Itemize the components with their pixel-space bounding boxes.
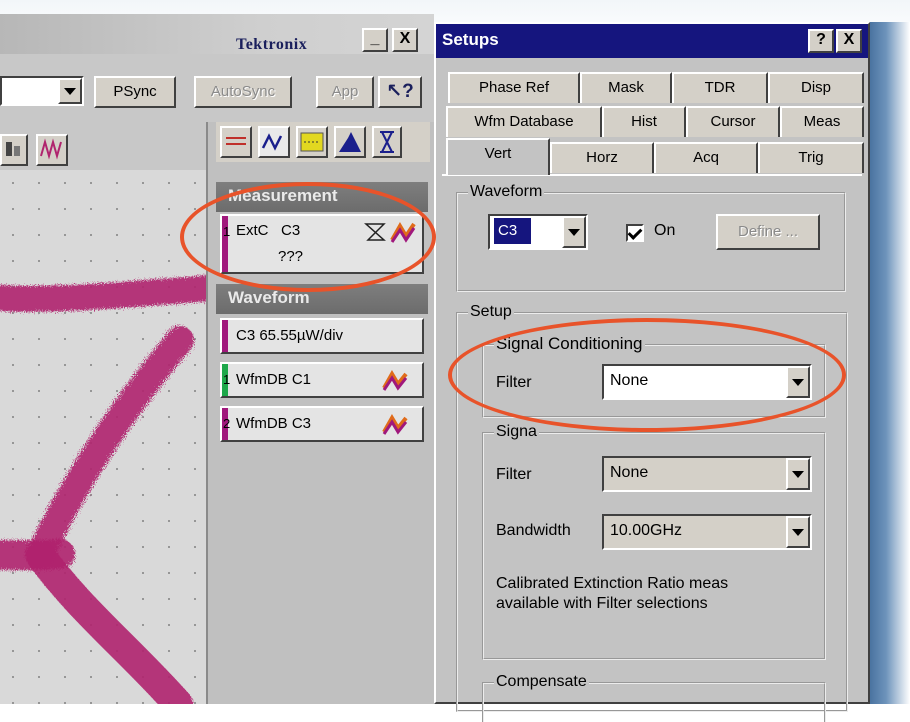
tab-trig[interactable]: Trig [758,142,864,173]
wfmdb-icon [382,414,408,440]
histogram-icon[interactable] [334,126,366,158]
chevron-down-icon[interactable] [786,458,810,490]
close-icon: X [843,31,855,48]
waveform-display-icon[interactable] [36,134,68,166]
waveform-number: 2 [223,416,231,431]
tab-meas[interactable]: Meas [780,106,864,137]
setup-group: Setup Signal Conditioning Filter None Si… [456,303,848,722]
setups-title: Setups [442,30,499,49]
tab-mask[interactable]: Mask [580,72,672,103]
tab-hist[interactable]: Hist [602,106,686,137]
main-title-bar: Tektronix _ X [0,14,434,54]
screenshot-stage: Tektronix _ X PSync AutoSync App ↖? Meas… [0,0,910,722]
waveform-label: C3 65.55µW/div [236,327,344,344]
measurement-label: ExtC C3 [236,222,301,239]
compensate-group: Compensate [482,673,826,722]
bandwidth-value: 10.00GHz [610,522,683,539]
bandwidth-select[interactable]: 10.00GHz [602,514,812,550]
help-icon: ? [816,31,826,48]
waveform-item-wfmdb-c3[interactable]: 2 WfmDB C3 [220,406,424,442]
minimize-button[interactable]: _ [362,28,388,52]
help-button[interactable]: ? [808,29,834,53]
autosync-button[interactable]: AutoSync [194,76,292,108]
display-style-icon[interactable] [0,134,28,166]
waveform-item-wfmdb-c1[interactable]: 1 WfmDB C1 [220,362,424,398]
minimize-icon: _ [370,30,380,47]
waveform-group-legend: Waveform [468,183,545,201]
close-icon: X [399,30,411,47]
bandwidth-label: Bandwidth [496,522,571,539]
source-select[interactable] [0,76,84,106]
cursor-icon[interactable] [372,126,402,158]
panel-tab-icons [216,122,430,162]
signal-conditioning-filter-select[interactable]: None [602,364,812,400]
signal-filter-label: Filter [496,466,532,483]
compensate-legend: Compensate [494,673,589,691]
filter-label: Filter [496,374,532,391]
extinction-ratio-note: Calibrated Extinction Ratio meas availab… [496,574,728,614]
waveform-number: 1 [223,372,231,387]
window-edge-shadow [870,22,910,704]
waveform-color-bar [222,320,228,352]
note-line-1: Calibrated Extinction Ratio meas [496,575,729,592]
define-button[interactable]: Define ... [716,214,820,250]
tab-horz[interactable]: Horz [550,142,654,173]
help-pointer-icon: ↖? [386,81,414,102]
note-line-2: available with Filter selections [496,595,708,612]
hourglass-icon [364,220,416,248]
filter-value: None [610,372,649,389]
waveform-group: Waveform C3 On Define ... [456,183,846,292]
tab-phase-ref[interactable]: Phase Ref [448,72,580,103]
channel-value: C3 [494,218,532,244]
waveform-icon[interactable] [258,126,290,158]
waveform-header: Waveform [216,284,428,314]
brand-label: Tektronix [236,36,308,53]
signal-conditioning-legend: Signal Conditioning [494,334,645,353]
chevron-down-icon[interactable] [562,216,586,248]
tab-wfm-database[interactable]: Wfm Database [446,106,602,137]
setups-dialog: Setups ? X Phase Ref Mask TDR Disp Wfm D… [434,22,870,722]
waveform-plot-area[interactable] [0,170,206,704]
channel-select[interactable]: C3 [488,214,588,250]
waveform-label: WfmDB C3 [236,415,311,432]
signal-group-legend: Signa [494,423,539,441]
signal-filter-value: None [610,464,649,481]
close-setups-button[interactable]: X [836,29,862,53]
wfmdb-icon [382,370,408,396]
help-pointer-button[interactable]: ↖? [378,76,422,108]
measurement-item[interactable]: 1 ExtC C3 ??? [220,214,424,274]
measurement-value: ??? [278,248,304,265]
measurement-number: 1 [223,224,231,239]
app-button[interactable]: App [316,76,374,108]
setups-title-bar: Setups ? X [436,24,868,58]
close-main-button[interactable]: X [392,28,418,52]
tab-disp[interactable]: Disp [768,72,864,103]
tab-acq[interactable]: Acq [654,142,758,173]
psync-button[interactable]: PSync [94,76,176,108]
waveform-on-label: On [654,222,676,239]
chevron-down-icon[interactable] [786,366,810,398]
waveform-label: WfmDB C1 [236,371,311,388]
measurement-header: Measurement [216,182,428,212]
waveform-item-c3[interactable]: C3 65.55µW/div [220,318,424,354]
tab-cursor[interactable]: Cursor [686,106,780,137]
chevron-down-icon[interactable] [786,516,810,548]
measurement-icon[interactable] [296,126,328,158]
eye-diagram-trace [0,275,206,704]
signal-group: Signa Filter None Bandwidth 10.00GHz Cal… [482,423,826,660]
signal-filter-select[interactable]: None [602,456,812,492]
signal-conditioning-group: Signal Conditioning Filter None [482,335,826,418]
lines-icon[interactable] [220,126,252,158]
tab-vert[interactable]: Vert [446,138,550,175]
side-control-panel: Measurement 1 ExtC C3 ??? Waveform C3 65… [206,122,434,704]
waveform-on-checkbox[interactable] [626,224,644,242]
chevron-down-icon[interactable] [58,78,82,104]
tab-tdr[interactable]: TDR [672,72,768,103]
setup-group-legend: Setup [468,303,514,321]
main-toolbar: PSync AutoSync App ↖? [0,68,434,114]
scope-main-window: Tektronix _ X PSync AutoSync App ↖? Meas… [0,14,434,704]
